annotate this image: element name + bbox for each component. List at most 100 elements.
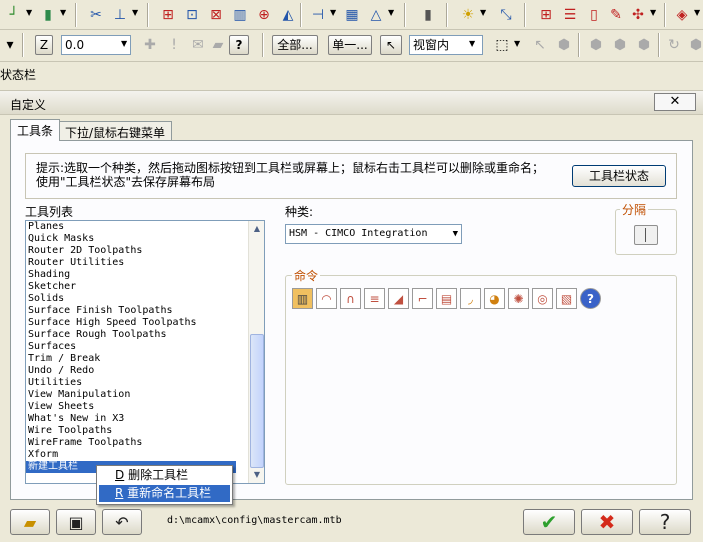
toolbar-state-button[interactable]: 工具栏状态 — [572, 165, 666, 187]
hsm-rest-icon[interactable]: ▧ — [556, 288, 577, 309]
cursor-icon[interactable]: ↖ — [380, 35, 402, 55]
chevron-down-icon[interactable]: ▼ — [514, 39, 520, 48]
list-item[interactable]: Router Utilities — [26, 257, 264, 269]
hsm-parallel-icon[interactable]: ∩ — [340, 288, 361, 309]
scrollbar-thumb[interactable] — [250, 334, 264, 468]
list-item[interactable]: Trim / Break — [26, 353, 264, 365]
scroll-down-icon[interactable]: ▼ — [250, 468, 264, 482]
hsm-drill-icon[interactable]: ▥ — [292, 288, 313, 309]
xform-rotate-icon[interactable]: ⊠ — [206, 5, 226, 25]
document-icon[interactable]: ▯ — [584, 5, 604, 25]
menu-item-rename-toolbar[interactable]: R 重新命名工具栏 — [99, 485, 230, 502]
list-item[interactable]: Router 2D Toolpaths — [26, 245, 264, 257]
xform-offset-icon[interactable]: ⊕ — [254, 5, 274, 25]
solid-cylinder-icon[interactable]: ▮ — [38, 5, 58, 25]
select-single-button[interactable]: 单一... — [328, 35, 372, 55]
help-button[interactable]: ? — [639, 509, 691, 535]
dialog-titlebar[interactable]: 自定义 ✕ — [0, 91, 703, 115]
hsm-arc-icon[interactable]: ◠ — [316, 288, 337, 309]
undo-icon[interactable]: ↶ — [102, 509, 142, 535]
ok-button[interactable]: ✔ — [523, 509, 575, 535]
break-icon[interactable]: ⊥ — [110, 5, 130, 25]
chevron-down-icon[interactable]: ▼ — [60, 8, 66, 17]
solid-edge-icon: ⬢ — [613, 37, 627, 53]
hsm-waterline-icon[interactable]: ≡ — [364, 288, 385, 309]
chevron-down-icon[interactable]: ▼ — [650, 8, 656, 17]
pencil-icon[interactable]: ✎ — [606, 5, 626, 25]
select-all-button[interactable]: 全部... — [272, 35, 318, 55]
line-tool-icon[interactable]: ┘ — [4, 5, 24, 25]
chevron-down-icon[interactable]: ▼ — [388, 8, 394, 17]
list-item[interactable]: Xform — [26, 449, 264, 461]
chevron-down-icon[interactable]: ▼ — [480, 8, 486, 17]
list-item[interactable]: Quick Masks — [26, 233, 264, 245]
list-item[interactable]: Solids — [26, 293, 264, 305]
list-item[interactable]: What's New in X3 — [26, 413, 264, 425]
tab-panel: 提示:选取一个种类，然后拖动图标按钮到工具栏或屏幕上；鼠标右击工具栏可以删除或重… — [10, 140, 693, 500]
list-item[interactable]: Wire Toolpaths — [26, 425, 264, 437]
xform-mirror-icon[interactable]: ⊡ — [182, 5, 202, 25]
list-item[interactable]: Undo / Redo — [26, 365, 264, 377]
chevron-down-icon[interactable]: ▼ — [121, 39, 127, 48]
chevron-down-icon[interactable]: ▼ — [469, 39, 475, 48]
hsm-pencil-icon[interactable]: ◕ — [484, 288, 505, 309]
hsm-step-icon[interactable]: ⌐ — [412, 288, 433, 309]
category-select[interactable]: HSM - CIMCO Integration ▼ — [285, 224, 462, 244]
toolbar-list-label: 工具列表 — [25, 205, 74, 219]
hsm-radial-icon[interactable]: ✺ — [508, 288, 529, 309]
hsm-pocket-icon[interactable]: ▤ — [436, 288, 457, 309]
toolbar-list[interactable]: Planes Quick Masks Router 2D Toolpaths R… — [25, 220, 265, 484]
list-item[interactable]: View Sheets — [26, 401, 264, 413]
list-icon[interactable]: ☰ — [560, 5, 580, 25]
settings-icon[interactable]: ✣ — [628, 5, 648, 25]
selection-box-icon[interactable]: ⬚ — [492, 35, 512, 55]
hsm-contour-icon[interactable]: ◢ — [388, 288, 409, 309]
chevron-down-icon[interactable]: ▼ — [694, 8, 700, 17]
list-item[interactable]: Utilities — [26, 377, 264, 389]
hsm-corner-icon[interactable]: ◞ — [460, 288, 481, 309]
grid-icon[interactable]: ▦ — [342, 5, 362, 25]
z-depth-button[interactable]: Z — [35, 35, 53, 55]
xform-roll-icon[interactable]: ◭ — [278, 5, 298, 25]
align-icon[interactable]: ⊣ — [308, 5, 328, 25]
tab-dropdown-menus[interactable]: 下拉/鼠标右键菜单 — [58, 121, 173, 141]
list-item[interactable]: Sketcher — [26, 281, 264, 293]
help-icon[interactable]: ? — [580, 288, 601, 309]
list-item[interactable]: WireFrame Toolpaths — [26, 437, 264, 449]
close-button[interactable]: ✕ — [654, 93, 696, 111]
stock-icon[interactable]: ◈ — [672, 5, 692, 25]
chevron-down-icon[interactable]: ▼ — [453, 225, 458, 243]
xform-translate-icon[interactable]: ⊞ — [158, 5, 178, 25]
help-icon[interactable]: ? — [229, 35, 249, 55]
resize-icon[interactable]: ⤡ — [496, 5, 516, 25]
flag-icon: ▰ — [212, 37, 224, 53]
list-item[interactable]: View Manipulation — [26, 389, 264, 401]
list-item[interactable]: Surface High Speed Toolpaths — [26, 317, 264, 329]
table-icon[interactable]: ⊞ — [536, 5, 556, 25]
chevron-down-icon[interactable]: ▼ — [330, 8, 336, 17]
toolbar-separator — [22, 33, 24, 57]
list-item[interactable]: Planes — [26, 221, 264, 233]
light-bulb-icon[interactable]: ☀ — [458, 5, 478, 25]
tab-toolbars[interactable]: 工具条 — [10, 119, 61, 141]
chevron-down-icon[interactable]: ▼ — [26, 8, 32, 17]
save-icon[interactable]: ▣ — [56, 509, 96, 535]
wireframe-icon[interactable]: △ — [366, 5, 386, 25]
trim-icon[interactable]: ✂ — [86, 5, 106, 25]
list-item[interactable]: Surface Finish Toolpaths — [26, 305, 264, 317]
drill-icon[interactable]: ▮ — [418, 5, 438, 25]
list-item[interactable]: Shading — [26, 269, 264, 281]
open-folder-icon[interactable]: ▰ — [10, 509, 50, 535]
hsm-spiral-icon[interactable]: ◎ — [532, 288, 553, 309]
commands-group: 命令 ▥ ◠ ∩ ≡ ◢ ⌐ ▤ ◞ ◕ ✺ ◎ ▧ ? — [285, 267, 677, 485]
menu-item-delete-toolbar[interactable]: D 删除工具栏 — [99, 467, 230, 484]
dropdown-stub[interactable]: ▾ — [0, 35, 20, 55]
scroll-up-icon[interactable]: ▲ — [250, 222, 264, 236]
separator-button[interactable] — [634, 225, 658, 245]
list-scrollbar[interactable]: ▲ ▼ — [248, 221, 264, 483]
list-item[interactable]: Surface Rough Toolpaths — [26, 329, 264, 341]
cancel-button[interactable]: ✖ — [581, 509, 633, 535]
list-item[interactable]: Surfaces — [26, 341, 264, 353]
chevron-down-icon[interactable]: ▼ — [132, 8, 138, 17]
xform-scale-icon[interactable]: ▥ — [230, 5, 250, 25]
